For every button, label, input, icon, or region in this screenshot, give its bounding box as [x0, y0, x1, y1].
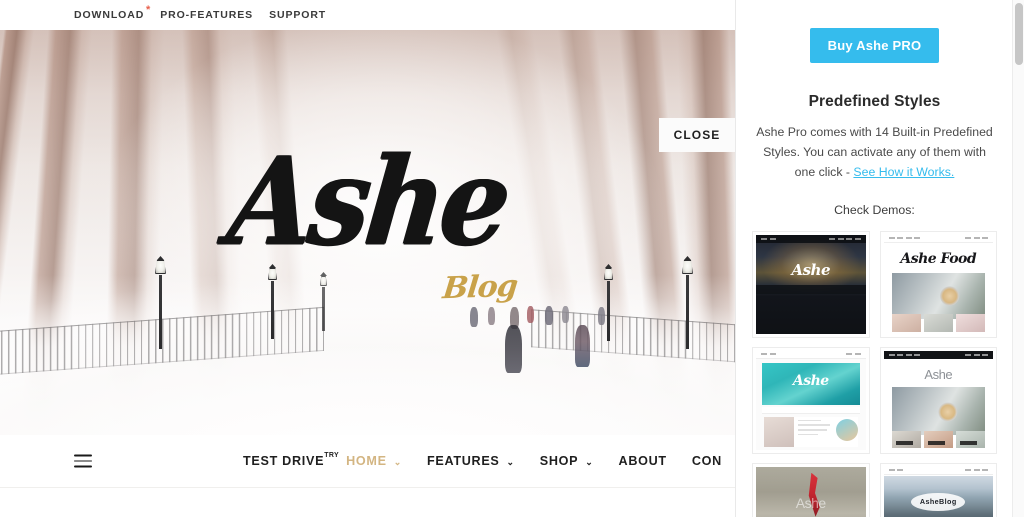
- walker-figure: [598, 307, 605, 325]
- demo-card-title: Ashe Food: [900, 250, 977, 267]
- demo-screenshot: AsheBlog: [883, 466, 993, 517]
- hero-section: Ashe Blog CLOSE: [0, 30, 735, 435]
- walker-figure: [545, 306, 553, 325]
- walker-figure-foreground: [575, 325, 590, 367]
- demo-card-ashe-food[interactable]: Ashe Food: [879, 230, 997, 338]
- demo-card-title: Ashe: [791, 260, 831, 279]
- page-scrollbar-thumb[interactable]: [1015, 3, 1023, 65]
- pro-promo-panel: Buy Ashe PRO Predefined Styles Ashe Pro …: [735, 0, 1012, 517]
- demo-card-surf[interactable]: Ashe: [752, 346, 870, 454]
- nav-item-features[interactable]: FEATURES ⌄: [427, 454, 515, 468]
- demo-post-preview: [764, 416, 858, 447]
- demo-mini-navbar: [756, 350, 866, 359]
- close-button[interactable]: CLOSE: [659, 118, 735, 152]
- demo-card-fashion[interactable]: Ashe: [752, 462, 870, 517]
- demo-mini-navbar: [756, 234, 866, 243]
- walker-figure: [488, 307, 495, 325]
- panel-heading: Predefined Styles: [808, 93, 941, 110]
- lamp-post-icon: [268, 264, 277, 339]
- demo-thumbnails-grid: Ashe Ashe Food Ashe Ashe Ashe AsheBlog: [752, 230, 997, 517]
- nav-item-home-label: HOME: [346, 454, 387, 468]
- demo-card-title: Ashe: [924, 366, 953, 382]
- chevron-down-icon: ⌄: [585, 456, 594, 467]
- topbar-link-pro-features[interactable]: PRO-FEATURES: [160, 9, 253, 21]
- hamburger-menu-icon[interactable]: [74, 454, 92, 468]
- page-scrollbar-track[interactable]: [1012, 0, 1024, 517]
- nav-item-test-drive[interactable]: TEST DRIVE TRY: [243, 451, 340, 469]
- demo-card-ashe-blog[interactable]: AsheBlog: [879, 462, 997, 517]
- demo-mini-navbar: [883, 466, 993, 475]
- new-badge-icon: *: [146, 4, 152, 16]
- demo-card-dark-lake[interactable]: Ashe: [752, 230, 870, 338]
- nav-item-features-label: FEATURES: [426, 454, 500, 468]
- demo-mini-navline: [762, 406, 860, 414]
- nav-item-shop-label: SHOP: [539, 454, 579, 468]
- nav-item-contact[interactable]: CON: [692, 454, 722, 468]
- walker-figure: [562, 306, 569, 323]
- demo-hero-photo: [891, 386, 985, 435]
- lamp-post-icon: [320, 272, 327, 331]
- nav-item-shop[interactable]: SHOP ⌄: [540, 454, 594, 468]
- main-navigation-bar: TEST DRIVE TRY HOME ⌄ FEATURES ⌄ SHOP ⌄ ABOU…: [0, 435, 735, 488]
- demo-hero-photo: [891, 272, 985, 319]
- walker-figure-foreground: [505, 325, 522, 373]
- lamp-post-icon: [604, 264, 613, 341]
- nav-items-list: TEST DRIVE TRY HOME ⌄ FEATURES ⌄ SHOP ⌄ ABOU…: [243, 451, 735, 469]
- chevron-down-icon: ⌄: [393, 456, 402, 467]
- demo-screenshot: Ashe Food: [883, 234, 993, 334]
- nav-item-home[interactable]: HOME ⌄: [346, 454, 402, 468]
- demo-card-title: AsheBlog: [911, 492, 966, 511]
- topbar-link-support[interactable]: SUPPORT: [269, 9, 326, 21]
- demo-tiles: [891, 430, 986, 448]
- demo-screenshot: Ashe: [756, 234, 866, 334]
- walker-figure: [470, 307, 478, 327]
- pro-promo-panel-content: Buy Ashe PRO Predefined Styles Ashe Pro …: [736, 0, 1012, 517]
- nav-item-test-drive-label: TEST DRIVE: [243, 454, 325, 468]
- demo-card-title: Ashe: [795, 494, 826, 511]
- browser-viewport: DOWNLOAD * PRO-FEATURES SUPPORT Ashe Blo…: [0, 0, 1024, 517]
- site-content: DOWNLOAD * PRO-FEATURES SUPPORT Ashe Blo…: [0, 0, 735, 517]
- demo-screenshot: Ashe: [756, 350, 866, 450]
- check-demos-label: Check Demos:: [834, 202, 915, 217]
- see-how-it-works-link[interactable]: See How it Works.: [853, 165, 954, 179]
- buy-ashe-pro-button[interactable]: Buy Ashe PRO: [809, 28, 940, 63]
- demo-screenshot: Ashe: [883, 350, 993, 450]
- lamp-post-icon: [155, 256, 166, 349]
- demo-mini-navbar: [883, 350, 993, 359]
- demo-card-ashe-light[interactable]: Ashe: [879, 346, 997, 454]
- demo-card-title: Ashe: [792, 372, 829, 389]
- topbar-link-download[interactable]: DOWNLOAD *: [74, 5, 150, 22]
- demo-mini-strip: [756, 284, 866, 294]
- demo-screenshot: Ashe: [756, 466, 866, 517]
- site-body-below-nav: [0, 488, 735, 517]
- panel-description: Ashe Pro comes with 14 Built-in Predefin…: [752, 123, 997, 183]
- nav-item-about[interactable]: ABOUT: [619, 454, 667, 468]
- lamp-post-icon: [682, 256, 693, 349]
- demo-mini-navbar: [883, 234, 993, 243]
- demo-tiles: [891, 313, 986, 332]
- walker-figure: [527, 306, 534, 323]
- nav-item-test-drive-sup: TRY: [324, 451, 340, 459]
- top-utility-bar: DOWNLOAD * PRO-FEATURES SUPPORT: [0, 0, 735, 30]
- chevron-down-icon: ⌄: [506, 456, 515, 467]
- topbar-link-download-label: DOWNLOAD: [74, 9, 145, 21]
